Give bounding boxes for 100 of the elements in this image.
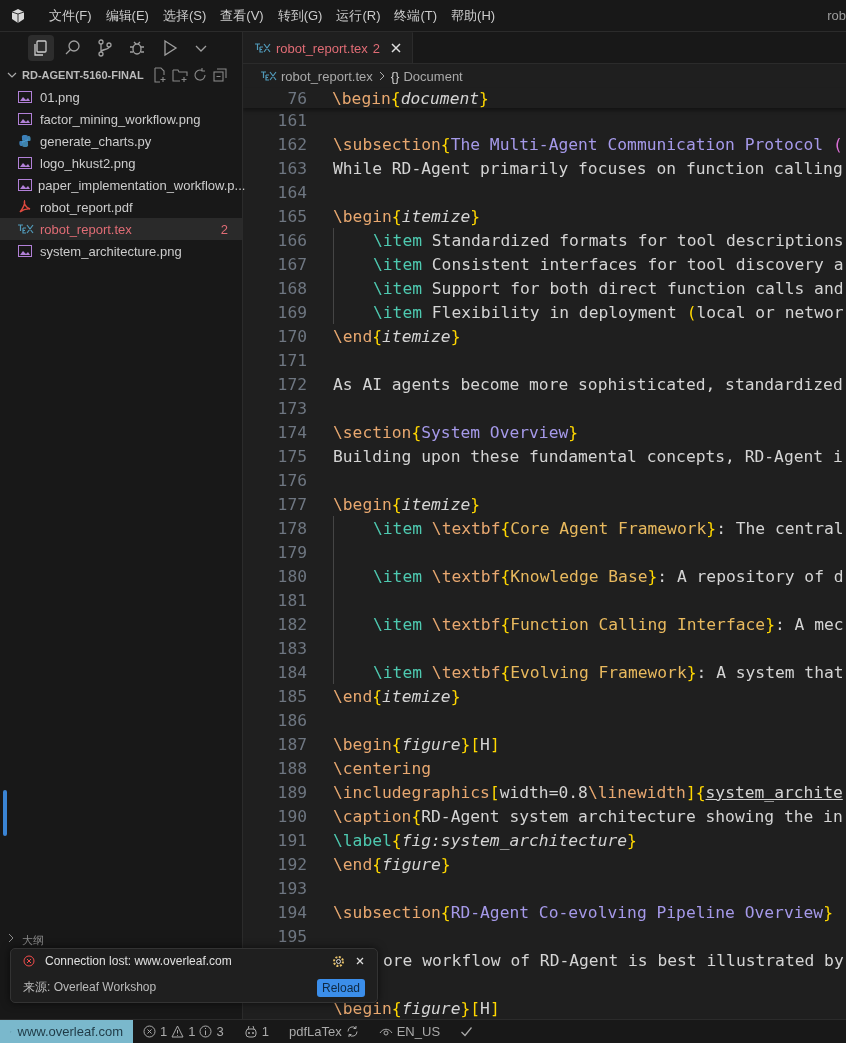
sync-icon bbox=[345, 1025, 359, 1038]
info-count: 3 bbox=[216, 1024, 224, 1039]
line-number: 191 bbox=[277, 830, 307, 850]
file-item[interactable]: generate_charts.py bbox=[0, 130, 242, 152]
editor-tab[interactable]: robot_report.tex 2 bbox=[243, 32, 413, 63]
line-number: 177 bbox=[277, 494, 307, 514]
files-icon[interactable] bbox=[28, 35, 54, 61]
line-number: 186 bbox=[277, 710, 307, 730]
chevron-icon[interactable] bbox=[6, 933, 16, 943]
line-number: 166 bbox=[277, 230, 307, 250]
file-item[interactable]: robot_report.pdf bbox=[0, 196, 242, 218]
code-line: \subsection{RD-Agent Co-evolving Pipeline Overview} bbox=[333, 902, 833, 922]
line-number: 190 bbox=[277, 806, 307, 826]
line-number: 193 bbox=[277, 878, 307, 898]
outline-section[interactable]: 大纲 bbox=[22, 933, 44, 948]
settings-icon[interactable] bbox=[332, 954, 345, 968]
file-item[interactable]: logo_hkust2.png bbox=[0, 152, 242, 174]
problem-count: 2 bbox=[372, 40, 380, 56]
file-item[interactable]: system_architecture.png bbox=[0, 240, 242, 262]
new-file-icon[interactable] bbox=[151, 67, 168, 83]
notification-source: 来源: Overleaf Workshop bbox=[23, 979, 157, 997]
code-line: \item Standardized formats for tool descriptions bbox=[372, 230, 844, 250]
close-icon[interactable] bbox=[390, 42, 402, 54]
image-file-icon bbox=[18, 91, 32, 103]
compiler-status[interactable]: pdfLaTex bbox=[278, 1024, 369, 1039]
check-icon[interactable] bbox=[460, 1025, 474, 1038]
line-number: 188 bbox=[277, 758, 307, 778]
file-item[interactable]: factor_mining_workflow.png bbox=[0, 108, 242, 130]
menu-item[interactable]: 运行(R) bbox=[329, 6, 388, 25]
line-number: 195 bbox=[277, 926, 307, 946]
window-title: rob bbox=[827, 8, 846, 23]
line-number: 76 bbox=[286, 88, 307, 108]
error-icon bbox=[143, 1025, 156, 1038]
reload-button[interactable]: Reload bbox=[316, 978, 365, 997]
menu-item[interactable]: 查看(V) bbox=[213, 6, 271, 25]
code-line: \item \textbf{Function Calling Interface}: A mec bbox=[372, 614, 844, 634]
new-folder-icon[interactable] bbox=[171, 67, 188, 83]
code-line: \begin{itemize} bbox=[333, 494, 481, 514]
code-line: \item \textbf{Knowledge Base}: A repository of d bbox=[372, 566, 844, 586]
code-line: \label{fig:system_architecture} bbox=[333, 830, 637, 850]
info-icon bbox=[199, 1025, 213, 1038]
file-item[interactable]: 01.png bbox=[0, 86, 242, 108]
line-number: 181 bbox=[277, 590, 307, 610]
line-number: 176 bbox=[277, 470, 307, 490]
line-number: 173 bbox=[277, 398, 307, 418]
line-number: 174 bbox=[277, 422, 307, 442]
code-line: \item \textbf{Evolving Framework}: A system that bbox=[372, 662, 844, 682]
code-line: While RD-Agent primarily focuses on function calling bbox=[333, 158, 843, 178]
spellcheck-language[interactable]: EN_US bbox=[368, 1024, 451, 1039]
code-line: \item Consistent interfaces for tool discovery a bbox=[372, 254, 844, 274]
breadcrumb-item[interactable]: Document bbox=[403, 68, 463, 84]
line-number: 171 bbox=[277, 350, 307, 370]
code-line: \item \textbf{Core Agent Framework}: The central bbox=[372, 518, 844, 538]
robot-icon bbox=[243, 1024, 258, 1039]
menu-item[interactable]: 终端(T) bbox=[387, 6, 445, 25]
line-number: 163 bbox=[277, 158, 307, 178]
collapse-icon[interactable] bbox=[211, 67, 228, 83]
pdf-icon bbox=[18, 200, 32, 214]
problems-status[interactable]: 1 1 3 bbox=[133, 1024, 234, 1039]
folder-name[interactable]: RD-AGENT-5160-FINAL bbox=[22, 69, 144, 81]
notification-message: Connection lost: www.overleaf.com bbox=[45, 954, 232, 969]
line-number: 164 bbox=[277, 182, 307, 202]
code-line: \begin{figure}[H] bbox=[333, 998, 500, 1018]
close-icon[interactable] bbox=[355, 956, 365, 967]
refresh-icon[interactable] bbox=[191, 67, 208, 83]
code-line: \centering bbox=[333, 758, 432, 778]
code-line: \caption{RD-Agent system architecture showing the in bbox=[333, 806, 843, 826]
eye-icon bbox=[378, 1026, 393, 1037]
menu-item[interactable]: 文件(F) bbox=[42, 6, 99, 25]
line-number: 170 bbox=[277, 326, 307, 346]
python-icon bbox=[18, 134, 32, 148]
tex-icon bbox=[261, 71, 277, 81]
menu-item[interactable]: 帮助(H) bbox=[444, 6, 503, 25]
warning-icon bbox=[171, 1025, 185, 1038]
line-number: 189 bbox=[277, 782, 307, 802]
image-file-icon bbox=[18, 157, 32, 169]
tex-icon bbox=[18, 224, 34, 234]
line-number: 161 bbox=[277, 110, 307, 130]
line-number: 194 bbox=[277, 902, 307, 922]
line-number: 175 bbox=[277, 446, 307, 466]
menu-item[interactable]: 编辑(E) bbox=[98, 6, 156, 25]
line-number: 172 bbox=[277, 374, 307, 394]
line-number: 192 bbox=[277, 854, 307, 874]
line-number: 187 bbox=[277, 734, 307, 754]
remote-indicator[interactable]: www.overleaf.com bbox=[0, 1020, 133, 1043]
file-item[interactable]: robot_report.tex 2 bbox=[0, 218, 242, 240]
symbol-icon: {} bbox=[390, 68, 400, 84]
code-line: \section{System Overview} bbox=[333, 422, 579, 442]
line-number: 184 bbox=[277, 662, 307, 682]
menu-item[interactable]: 转到(G) bbox=[270, 6, 330, 25]
breadcrumb-item[interactable]: robot_report.tex bbox=[281, 68, 373, 84]
line-number: 183 bbox=[277, 638, 307, 658]
error-count: 1 bbox=[160, 1024, 168, 1039]
scroll-indicator bbox=[3, 790, 7, 836]
line-number: 182 bbox=[277, 614, 307, 634]
warning-count: 1 bbox=[188, 1024, 196, 1039]
image-file-icon bbox=[18, 113, 32, 125]
menu-item[interactable]: 选择(S) bbox=[155, 6, 214, 25]
code-line: \item Support for both direct function calls and bbox=[372, 278, 844, 298]
copilot-status[interactable]: 1 bbox=[233, 1024, 279, 1039]
